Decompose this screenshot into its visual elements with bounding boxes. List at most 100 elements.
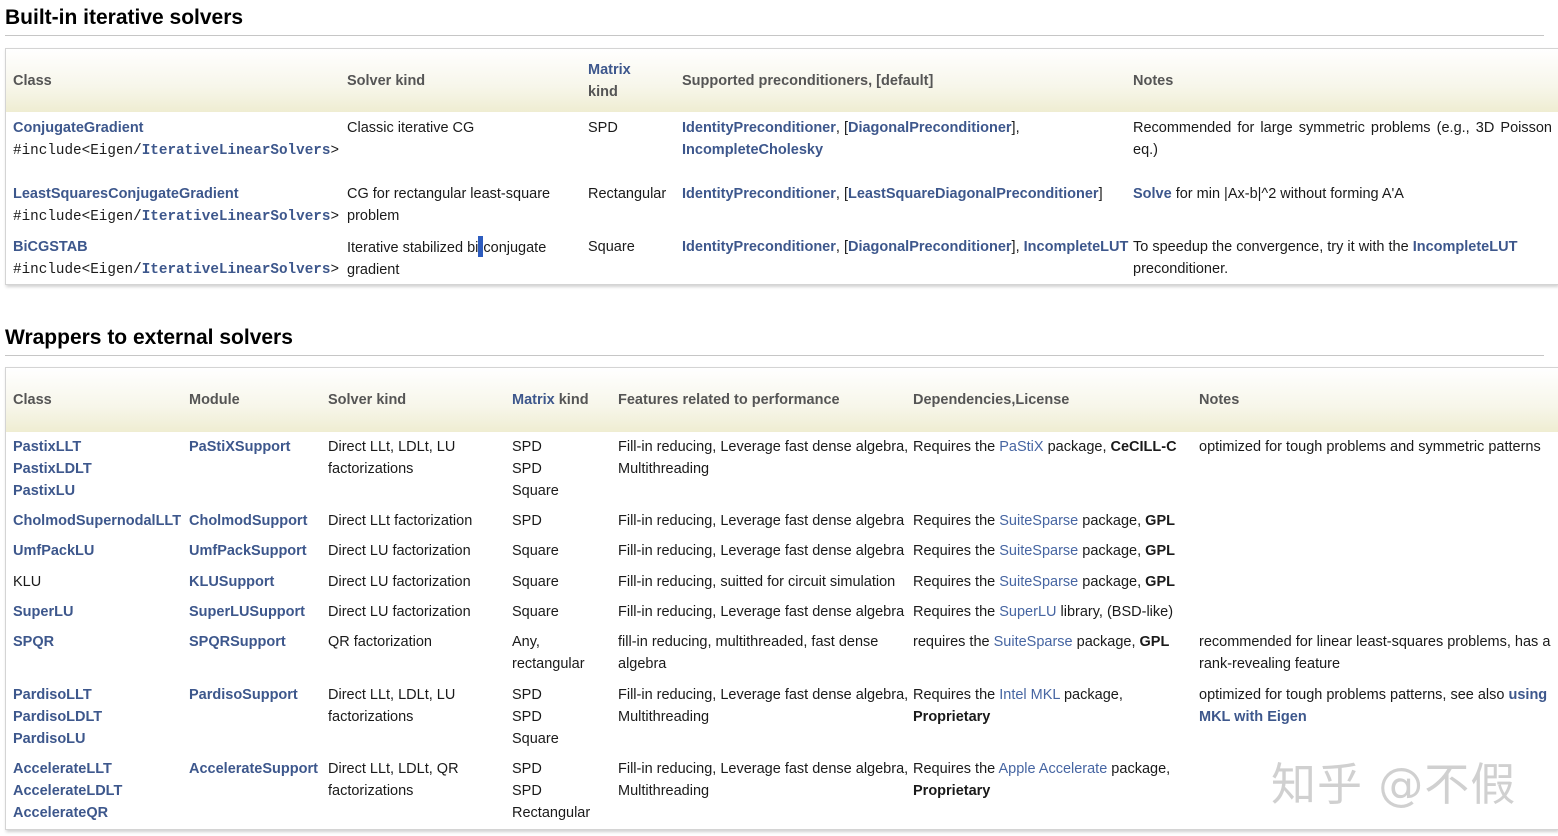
identity-preconditioner-link[interactable]: IdentityPreconditioner [682, 120, 836, 136]
module-link[interactable]: AccelerateSupport [189, 761, 318, 777]
diagonal-preconditioner-link[interactable]: DiagonalPreconditioner [848, 239, 1012, 255]
using-mkl-link[interactable]: MKL with Eigen [1199, 709, 1307, 725]
module-link[interactable]: SuperLUSupport [189, 604, 305, 620]
solver-kind-line: Direct LU factorization [328, 543, 471, 559]
matrix-kind-line: Square [512, 483, 559, 499]
class-link[interactable]: SuperLU [13, 604, 73, 620]
features-line: algebra [618, 656, 667, 672]
section-title-iterative: Built-in iterative solvers [5, 6, 1544, 36]
using-mkl-link[interactable]: using [1509, 687, 1548, 703]
class-link[interactable]: AccelerateQR [13, 805, 108, 821]
col-header-solver-kind: Solver kind [347, 73, 426, 89]
class-link[interactable]: PastixLU [13, 483, 75, 499]
include-link[interactable]: IterativeLinearSolvers [142, 143, 331, 159]
deps-text: Requires the [913, 439, 1000, 455]
solver-kind: Direct LU factorization [328, 571, 471, 593]
module-cell: PardisoSupport [189, 684, 298, 706]
dependency-link[interactable]: Apple Accelerate [998, 761, 1107, 777]
module-link[interactable]: PaStiXSupport [189, 439, 291, 455]
table-row-class: CholmodSupernodalLLT [13, 510, 181, 532]
identity-preconditioner-link[interactable]: IdentityPreconditioner [682, 239, 836, 255]
features: Fill-in reducing, Leverage fast dense al… [618, 436, 908, 480]
class-name: KLU [13, 574, 42, 590]
license: GPL [1145, 513, 1175, 529]
dependencies: Requires the PaStiX package, CeCILL-C [913, 436, 1177, 458]
col-header-class: Class [13, 73, 52, 89]
diagonal-preconditioner-link[interactable]: DiagonalPreconditioner [848, 120, 1012, 136]
class-link[interactable]: PastixLLT [13, 439, 81, 455]
module-link[interactable]: UmfPackSupport [189, 543, 307, 559]
matrix-kind: SPD SPD Square [512, 436, 559, 502]
class-link[interactable]: PardisoLLT [13, 687, 92, 703]
dependencies: Requires the Intel MKL package, Proprieta… [913, 684, 1123, 728]
table-row-class: PardisoLLT PardisoLDLT PardisoLU [13, 684, 102, 750]
matrix-kind-line: Square [512, 543, 559, 559]
class-link-bicgstab[interactable]: BiCGSTAB [13, 239, 88, 255]
module-link[interactable]: KLUSupport [189, 574, 274, 590]
matrix-kind-line: rectangular [512, 656, 585, 672]
dependency-link[interactable]: PaStiX [999, 439, 1043, 455]
matrix-kind-line: Square [512, 604, 559, 620]
deps-text: package, [1107, 761, 1171, 777]
include-link[interactable]: IterativeLinearSolvers [142, 209, 331, 225]
matrix-link[interactable]: Matrix [512, 392, 555, 408]
class-link-conjugategradient[interactable]: ConjugateGradient [13, 120, 144, 136]
notes: optimized for tough problems and symmetr… [1199, 436, 1541, 458]
solver-kind-line: Direct LU factorization [328, 604, 471, 620]
identity-preconditioner-link[interactable]: IdentityPreconditioner [682, 186, 836, 202]
incomplete-cholesky-link[interactable]: IncompleteCholesky [682, 142, 823, 158]
class-link[interactable]: PardisoLU [13, 731, 86, 747]
section-title-wrappers: Wrappers to external solvers [5, 326, 1544, 356]
dependency-link[interactable]: SuiteSparse [999, 543, 1078, 559]
class-link[interactable]: AccelerateLDLT [13, 783, 122, 799]
class-link[interactable]: SPQR [13, 634, 54, 650]
deps-text: requires the [913, 634, 994, 650]
table-row-class: PastixLLT PastixLDLT PastixLU [13, 436, 92, 502]
module-link[interactable]: CholmodSupport [189, 513, 307, 529]
class-link-leastsquares[interactable]: LeastSquaresConjugateGradient [13, 186, 239, 202]
incomplete-lut-link[interactable]: IncompleteLUT [1024, 239, 1129, 255]
preconditioners: IdentityPreconditioner, [LeastSquareDiag… [682, 186, 1103, 202]
matrix-kind: Any, rectangular [512, 631, 585, 675]
matrix-link[interactable]: Matrix [588, 62, 631, 78]
solver-kind-line: Direct LLt, LDLt, QR [328, 761, 459, 777]
dependencies: Requires the SuiteSparse package, GPL [913, 510, 1175, 532]
solver-kind: Direct LLt, LDLt, LU factorizations [328, 684, 455, 728]
class-link[interactable]: AccelerateLLT [13, 761, 112, 777]
matrix-kind: Square [588, 239, 635, 255]
dependency-link[interactable]: SuiteSparse [994, 634, 1073, 650]
deps-text: package, [1078, 513, 1146, 529]
dependency-link[interactable]: SuiteSparse [999, 513, 1078, 529]
dependency-link[interactable]: SuiteSparse [999, 574, 1078, 590]
col-header-notes: Notes [1199, 392, 1240, 408]
features-line: fill-in reducing, multithreaded, fast de… [618, 634, 879, 650]
solver-kind-line: Direct LLt factorization [328, 513, 473, 529]
features-line: Fill-in reducing, Leverage fast dense al… [618, 761, 909, 777]
deps-text: package, [1059, 687, 1123, 703]
module-cell: PaStiXSupport [189, 436, 291, 458]
module-link[interactable]: SPQRSupport [189, 634, 286, 650]
features-line: Fill-in reducing, Leverage fast dense al… [618, 439, 909, 455]
lsq-diagonal-preconditioner-link[interactable]: LeastSquareDiagonalPreconditioner [848, 186, 1099, 202]
module-link[interactable]: PardisoSupport [189, 687, 298, 703]
matrix-kind-line: SPD [512, 709, 542, 725]
notes-text: optimized for tough problems patterns, s… [1199, 687, 1509, 703]
dependency-link[interactable]: Intel MKL [999, 687, 1060, 703]
dependency-link[interactable]: SuperLU [999, 604, 1056, 620]
deps-text: Requires the [913, 543, 1000, 559]
class-link[interactable]: PardisoLDLT [13, 709, 102, 725]
deps-text: Requires the [913, 761, 999, 777]
dependencies: Requires the SuiteSparse package, GPL [913, 540, 1175, 562]
class-link[interactable]: PastixLDLT [13, 461, 92, 477]
solve-link[interactable]: Solve [1133, 186, 1172, 202]
notes-line: optimized for tough problems and symmetr… [1199, 439, 1541, 455]
matrix-kind-line: Rectangular [512, 805, 591, 821]
class-link[interactable]: CholmodSupernodalLLT [13, 513, 181, 529]
incomplete-lut-link[interactable]: IncompleteLUT [1413, 239, 1518, 255]
class-link[interactable]: UmfPackLU [13, 543, 94, 559]
solver-kind-line: factorizations [328, 709, 414, 725]
deps-text: package, [1078, 574, 1146, 590]
include-link[interactable]: IterativeLinearSolvers [142, 262, 331, 278]
solver-kind-line: Direct LLt, LDLt, LU [328, 439, 456, 455]
features: fill-in reducing, multithreaded, fast de… [618, 631, 878, 675]
